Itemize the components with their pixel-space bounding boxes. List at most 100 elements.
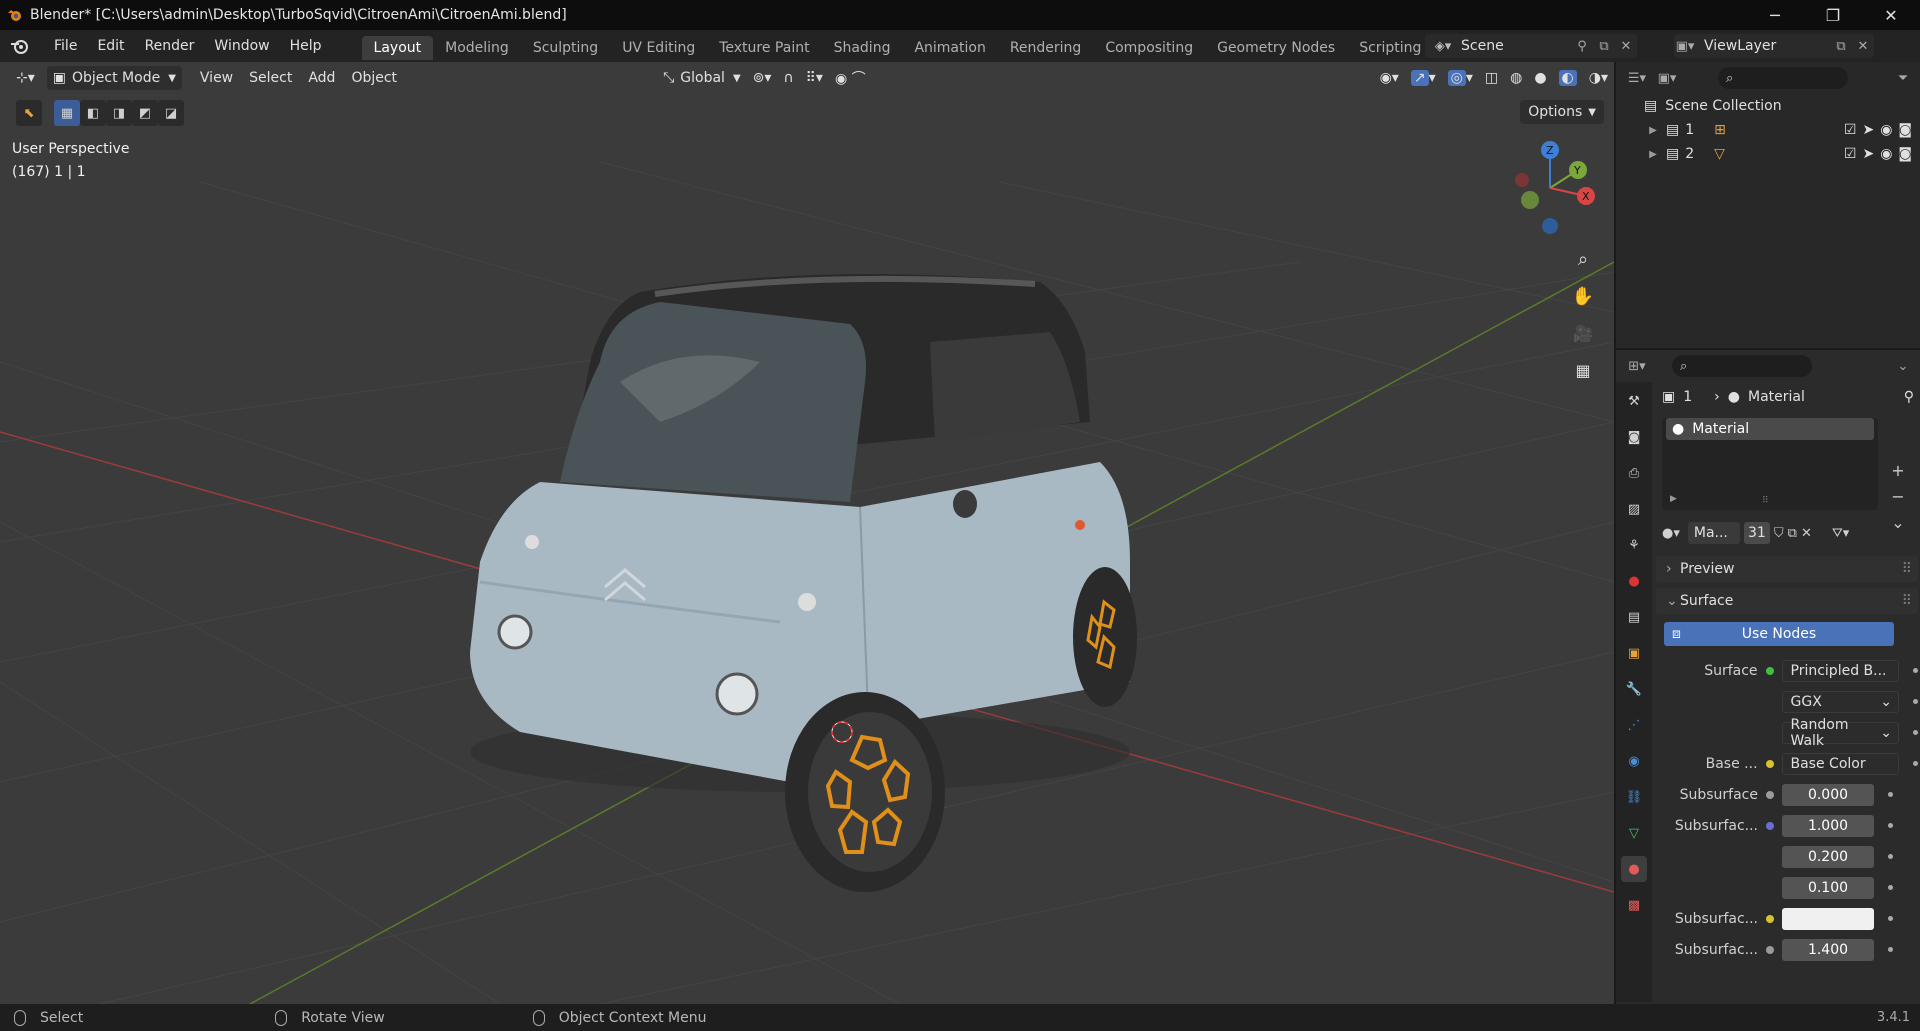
scene-collection-row[interactable]: ▤ Scene Collection — [1616, 94, 1920, 118]
menu-help[interactable]: Help — [280, 30, 332, 62]
checkbox-icon[interactable]: ☑ — [1844, 122, 1857, 138]
tab-object[interactable]: ▣ — [1621, 640, 1647, 666]
keyframe-dot-icon[interactable] — [1888, 916, 1893, 921]
proportional-edit-toggle[interactable]: ◉ ⌒ — [829, 66, 872, 90]
select-new-button[interactable]: ▦ — [54, 100, 80, 126]
viewport-menu-object[interactable]: Object — [345, 66, 403, 90]
color-swatch[interactable] — [1782, 907, 1874, 930]
tab-texture-paint[interactable]: Texture Paint — [707, 36, 821, 60]
tab-layout[interactable]: Layout — [361, 36, 434, 60]
view-layer-selector[interactable]: ▣▾ ViewLayer ⧉ ✕ — [1674, 34, 1874, 58]
expand-arrow-icon[interactable]: ▶ — [1646, 149, 1660, 160]
tab-modifiers[interactable]: 🔧 — [1621, 676, 1647, 702]
tab-output[interactable]: ⎙ — [1621, 460, 1647, 486]
number-field[interactable]: 0.100 — [1782, 876, 1874, 899]
camera-view-button[interactable]: 🎥 — [1569, 319, 1597, 347]
tweak-tool-button[interactable]: ⬉ — [16, 100, 42, 126]
keyframe-dot-icon[interactable] — [1913, 761, 1919, 766]
blender-menu-icon[interactable] — [10, 37, 36, 55]
material-name-field[interactable]: Ma... — [1687, 522, 1740, 544]
pivot-point-button[interactable]: ⊚▾ — [747, 66, 778, 90]
outliner-search-input[interactable]: ⌕ — [1718, 67, 1848, 89]
viewport-menu-select[interactable]: Select — [243, 66, 298, 90]
menu-window[interactable]: Window — [204, 30, 279, 62]
tab-modeling[interactable]: Modeling — [433, 36, 521, 60]
remove-slot-button[interactable]: − — [1886, 484, 1910, 508]
tab-compositing[interactable]: Compositing — [1093, 36, 1205, 60]
tab-uv-editing[interactable]: UV Editing — [610, 36, 707, 60]
transform-orientation-dropdown[interactable]: ⤡ Global ▼ — [657, 66, 747, 90]
editor-type-icon[interactable]: ☰▾ — [1626, 67, 1648, 89]
surface-panel-header[interactable]: ⌄ Surface ⠿ — [1656, 588, 1918, 614]
3d-viewport[interactable]: ⊹▾ ▣ Object Mode ▼ View Select Add Object ⤡… — [0, 62, 1614, 1004]
gizmo-toggle[interactable]: ↗ ▾ — [1405, 66, 1442, 90]
pin-icon[interactable]: ⚲ — [1571, 35, 1593, 57]
tab-tool[interactable]: ⚒ — [1621, 388, 1647, 414]
socket-dot-icon[interactable] — [1766, 945, 1774, 954]
select-invert-button[interactable]: ◩ — [132, 100, 158, 126]
pan-button[interactable]: ✋ — [1569, 282, 1597, 310]
material-preview-button[interactable]: ◐ — [1553, 66, 1583, 90]
resize-handle-icon[interactable]: ⠿ — [1762, 496, 1769, 506]
number-field[interactable]: 0.000 — [1782, 783, 1874, 806]
minimize-button[interactable]: ─ — [1746, 0, 1804, 30]
property-link-field[interactable]: Base Color — [1781, 752, 1900, 775]
socket-dot-icon[interactable] — [1766, 914, 1774, 923]
keyframe-dot-icon[interactable] — [1888, 947, 1893, 952]
tab-world[interactable]: ● — [1621, 568, 1647, 594]
wireframe-shading-button[interactable]: ◍ — [1504, 66, 1528, 90]
xray-toggle[interactable]: ◫ — [1479, 66, 1504, 90]
menu-render[interactable]: Render — [135, 30, 205, 62]
render-camera-icon[interactable]: ◙ — [1898, 146, 1912, 162]
node-link-icon[interactable]: ⛛▾ — [1832, 526, 1849, 541]
tab-sculpting[interactable]: Sculpting — [521, 36, 610, 60]
tab-constraints[interactable]: ⛓ — [1621, 784, 1647, 810]
tab-shading[interactable]: Shading — [822, 36, 903, 60]
keyframe-dot-icon[interactable] — [1913, 730, 1919, 735]
material-slot[interactable]: ● Material — [1666, 418, 1874, 440]
keyframe-dot-icon[interactable] — [1888, 792, 1893, 797]
new-view-layer-icon[interactable]: ⧉ — [1830, 35, 1852, 57]
property-dropdown[interactable]: Random Walk ⌄ — [1781, 717, 1900, 749]
menu-file[interactable]: File — [44, 30, 87, 62]
filter-icon[interactable]: ⏷ — [1892, 67, 1914, 89]
duplicate-material-icon[interactable]: ⧉ — [1788, 526, 1797, 541]
property-dropdown[interactable]: GGX ⌄ — [1781, 690, 1900, 713]
pin-icon[interactable]: ⚲ — [1904, 389, 1914, 405]
close-button[interactable]: ✕ — [1862, 0, 1920, 30]
checkbox-icon[interactable]: ☑ — [1844, 146, 1857, 162]
user-count[interactable]: 31 — [1743, 522, 1770, 544]
select-subtract-button[interactable]: ◨ — [106, 100, 132, 126]
select-extend-button[interactable]: ◧ — [80, 100, 106, 126]
tab-physics[interactable]: ◉ — [1621, 748, 1647, 774]
editor-type-icon[interactable]: ⊞▾ — [1626, 355, 1648, 377]
tab-render[interactable]: ◙ — [1621, 424, 1647, 450]
navigation-gizmo[interactable]: Z Y X — [1500, 138, 1600, 248]
select-arrow-icon[interactable]: ➤ — [1862, 146, 1874, 162]
keyframe-dot-icon[interactable] — [1888, 885, 1893, 890]
new-scene-icon[interactable]: ⧉ — [1593, 35, 1615, 57]
select-arrow-icon[interactable]: ➤ — [1862, 122, 1874, 138]
tab-material[interactable]: ● — [1621, 856, 1647, 882]
snap-target-button[interactable]: ⠿▾ — [800, 66, 829, 90]
socket-dot-icon[interactable] — [1765, 759, 1774, 768]
property-link-field[interactable]: Principled B... — [1781, 659, 1900, 682]
keyframe-dot-icon[interactable] — [1888, 854, 1893, 859]
editor-type-button[interactable]: ⊹▾ — [10, 66, 41, 90]
tab-animation[interactable]: Animation — [902, 36, 997, 60]
zoom-button[interactable]: ⌕ — [1569, 245, 1597, 273]
tab-scripting[interactable]: Scripting — [1347, 36, 1433, 60]
unlink-material-icon[interactable]: ✕ — [1801, 526, 1812, 541]
properties-search-input[interactable]: ⌕ — [1672, 355, 1812, 377]
slot-menu-button[interactable]: ⌄ — [1886, 510, 1910, 534]
tab-particles[interactable]: ⋰ — [1621, 712, 1647, 738]
render-camera-icon[interactable]: ◙ — [1898, 122, 1912, 138]
socket-dot-icon[interactable] — [1765, 666, 1774, 675]
perspective-toggle-button[interactable]: ▦ — [1569, 356, 1597, 384]
options-dropdown[interactable]: Options ▼ — [1520, 100, 1604, 124]
eye-icon[interactable]: ◉ — [1880, 146, 1892, 162]
keyframe-dot-icon[interactable] — [1913, 668, 1919, 673]
viewport-menu-add[interactable]: Add — [302, 66, 341, 90]
delete-view-layer-icon[interactable]: ✕ — [1852, 35, 1874, 57]
chevron-down-icon[interactable]: ⌄ — [1892, 355, 1914, 377]
